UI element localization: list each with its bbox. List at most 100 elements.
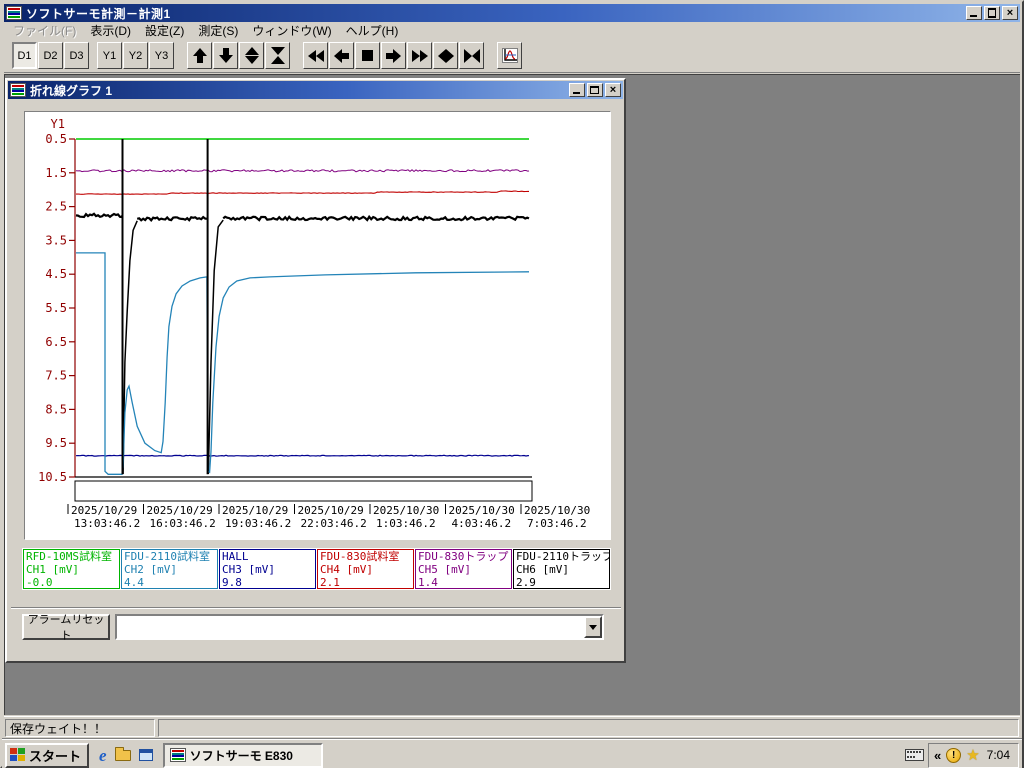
internet-explorer-icon[interactable]: e [99, 747, 107, 764]
compress-horizontal-icon [463, 48, 480, 63]
chart-icon [501, 48, 518, 63]
windows-logo-icon [10, 748, 26, 762]
divider [11, 607, 621, 609]
y-tick-label: 5.5 [45, 301, 67, 315]
step-right-button[interactable] [381, 42, 406, 69]
ch1-label: CH1 [mV] [26, 563, 79, 576]
y-tick-label: 2.5 [45, 200, 67, 214]
alarm-combobox-value[interactable] [117, 616, 584, 638]
y-tick-label: 6.5 [45, 335, 67, 349]
stop-button[interactable] [355, 42, 380, 69]
menu-settings[interactable]: 設定(Z) [138, 21, 191, 40]
fast-forward-button[interactable] [407, 42, 432, 69]
y-tick-label: 7.5 [45, 369, 67, 383]
graph-window-icon [10, 83, 26, 97]
ch3-name: HALL [222, 550, 249, 563]
graph-maximize-button[interactable] [587, 83, 603, 97]
x-tick-date: 2025/10/29 [147, 504, 213, 517]
chart-series-CH3 [75, 454, 530, 457]
taskbar: スタート e ソフトサーモ E830 « ! ★ 7:04 [2, 739, 1022, 768]
x-tick-date: 2025/10/30 [373, 504, 439, 517]
y-tick-label: 1.5 [45, 166, 67, 180]
plot-panel: Y1 0.5 1.5 2.5 3.5 4.5 5.5 6.5 7.5 8.5 9.5 10.5 2025… [24, 111, 611, 540]
minimize-button[interactable] [966, 6, 982, 20]
outlook-icon[interactable] [138, 749, 153, 761]
ch5-value: 1.4 [418, 576, 438, 589]
x-tick-time: 19:03:46.2 [225, 517, 291, 530]
chart-series-CH5 [75, 169, 530, 173]
security-alert-icon[interactable]: ! [946, 747, 962, 763]
status-panel-empty [158, 719, 1019, 737]
graph-close-button[interactable]: × [605, 83, 621, 97]
d1-button[interactable]: D1 [12, 42, 37, 69]
menu-measure[interactable]: 測定(S) [191, 21, 245, 40]
x-tick-date: 2025/10/30 [524, 504, 590, 517]
menu-help[interactable]: ヘルプ(H) [339, 21, 406, 40]
chart-series-CH6 [222, 214, 530, 222]
show-desktop-icon[interactable] [114, 746, 131, 761]
expand-vertical-button[interactable] [239, 42, 264, 69]
start-button[interactable]: スタート [5, 742, 90, 768]
d3-button[interactable]: D3 [64, 42, 89, 69]
rewind-button[interactable] [303, 42, 328, 69]
combobox-dropdown-button[interactable] [584, 616, 602, 638]
compress-horizontal-button[interactable] [459, 42, 484, 69]
x-tick-date: 2025/10/30 [449, 504, 515, 517]
y-tick-label: 8.5 [45, 402, 67, 416]
scroll-up-button[interactable] [187, 42, 212, 69]
arrow-up-icon [192, 48, 207, 63]
scroll-down-button[interactable] [213, 42, 238, 69]
menu-bar: ファイル(F) 表示(D) 設定(Z) 測定(S) ウィンドウ(W) ヘルプ(H… [4, 22, 1020, 39]
menu-view[interactable]: 表示(D) [83, 21, 138, 40]
ch2-label: CH2 [mV] [124, 563, 177, 576]
x-tick-time: 22:03:46.2 [301, 517, 367, 530]
keyboard-icon[interactable] [904, 749, 924, 761]
d2-button[interactable]: D2 [38, 42, 63, 69]
legend-cell-ch4: FDU-830試料室 CH4 [mV] 2.1 [317, 549, 414, 589]
legend-cell-ch2: FDU-2110試料室 CH2 [mV] 4.4 [121, 549, 218, 589]
status-message: 保存ウェイト！！ [5, 719, 155, 737]
y3-button[interactable]: Y3 [149, 42, 174, 69]
scroll-overview-box [74, 480, 533, 502]
ch6-name: FDU-2110トラップ [516, 550, 610, 563]
graph-window: 折れ線グラフ 1 × Y1 0.5 1.5 2.5 3.5 4.5 5.5 6.5 7.5 8.5… [5, 78, 626, 663]
menu-window[interactable]: ウィンドウ(W) [245, 21, 338, 40]
chart-series-CH2 [76, 252, 530, 475]
legend-cell-ch5: FDU-830トラップ CH5 [mV] 1.4 [415, 549, 512, 589]
chart-series-CH4 [75, 190, 529, 195]
graph-settings-button[interactable] [497, 42, 522, 69]
ch5-label: CH5 [mV] [418, 563, 471, 576]
channel-legend: RFD-10MS試料室 CH1 [mV] -0.0 FDU-2110試料室 CH… [22, 548, 611, 590]
taskbar-app-icon [169, 748, 186, 762]
step-left-button[interactable] [329, 42, 354, 69]
x-tick-time: 4:03:46.2 [452, 517, 512, 530]
expand-horizontal-button[interactable] [433, 42, 458, 69]
alarm-combobox[interactable] [115, 614, 604, 640]
graph-minimize-button[interactable] [569, 83, 585, 97]
restore-button[interactable] [984, 6, 1000, 20]
ch6-label: CH6 [mV] [516, 563, 569, 576]
y2-button[interactable]: Y2 [123, 42, 148, 69]
stop-icon [362, 50, 373, 61]
compress-vertical-button[interactable] [265, 42, 290, 69]
y-tick-label: 10.5 [38, 470, 67, 484]
graph-window-titlebar: 折れ線グラフ 1 × [8, 81, 623, 99]
taskbar-app-button[interactable]: ソフトサーモ E830 [162, 742, 323, 768]
x-tick-date: 2025/10/29 [222, 504, 288, 517]
close-button[interactable]: × [1002, 6, 1018, 20]
tray-expand-icon[interactable]: « [934, 748, 941, 763]
double-left-icon [307, 49, 324, 62]
star-icon[interactable]: ★ [966, 746, 979, 764]
alarm-reset-button[interactable]: アラームリセット [22, 614, 110, 642]
expand-horizontal-icon [437, 48, 454, 63]
y-axis-title: Y1 [51, 117, 65, 131]
menu-file[interactable]: ファイル(F) [6, 21, 83, 40]
legend-cell-ch6: FDU-2110トラップ CH6 [mV] 2.9 [513, 549, 610, 589]
x-tick-time: 7:03:46.2 [527, 517, 587, 530]
expand-vertical-icon [244, 47, 259, 64]
y-tick-label: 4.5 [45, 267, 67, 281]
y1-button[interactable]: Y1 [97, 42, 122, 69]
start-label: スタート [29, 748, 82, 764]
y-tick-label: 3.5 [45, 233, 67, 247]
legend-cell-ch3: HALL CH3 [mV] 9.8 [219, 549, 316, 589]
